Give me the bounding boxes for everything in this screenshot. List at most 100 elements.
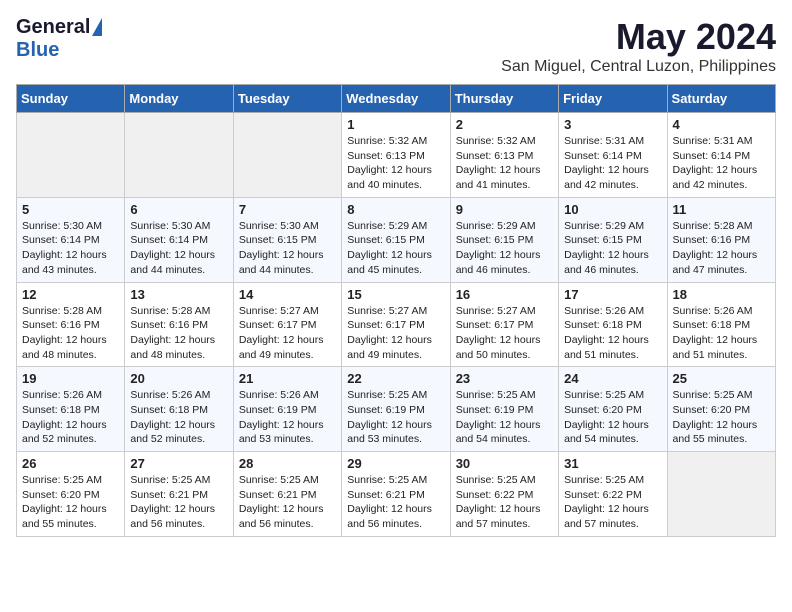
location-title: San Miguel, Central Luzon, Philippines bbox=[501, 58, 776, 76]
day-number: 12 bbox=[22, 287, 119, 302]
day-info: Sunrise: 5:26 AM Sunset: 6:18 PM Dayligh… bbox=[22, 388, 119, 447]
calendar-header-wednesday: Wednesday bbox=[342, 85, 450, 113]
day-info: Sunrise: 5:32 AM Sunset: 6:13 PM Dayligh… bbox=[456, 134, 553, 193]
calendar-cell: 2Sunrise: 5:32 AM Sunset: 6:13 PM Daylig… bbox=[450, 113, 558, 198]
day-info: Sunrise: 5:30 AM Sunset: 6:14 PM Dayligh… bbox=[22, 219, 119, 278]
calendar-cell: 3 Sunrise: 5:31 AM Sunset: 6:14 PM Daylig… bbox=[559, 113, 667, 198]
calendar-cell: 6 Sunrise: 5:30 AM Sunset: 6:14 PM Daylig… bbox=[125, 197, 233, 282]
day-info: Sunrise: 5:26 AM Sunset: 6:18 PM Dayligh… bbox=[673, 304, 770, 363]
day-number: 7 bbox=[239, 202, 336, 217]
logo-triangle-icon bbox=[92, 18, 102, 36]
day-info: Sunrise: 5:26 AM Sunset: 6:18 PM Dayligh… bbox=[564, 304, 661, 363]
day-number: 10 bbox=[564, 202, 661, 217]
day-number: 1 bbox=[347, 117, 444, 132]
month-year-title: May 2024 bbox=[501, 16, 776, 58]
calendar-table: SundayMondayTuesdayWednesdayThursdayFrid… bbox=[16, 84, 776, 537]
calendar-week-row: 26 Sunrise: 5:25 AM Sunset: 6:20 PM Dayli… bbox=[17, 452, 776, 537]
calendar-header-monday: Monday bbox=[125, 85, 233, 113]
calendar-cell: 21 Sunrise: 5:26 AM Sunset: 6:19 PM Dayli… bbox=[233, 367, 341, 452]
calendar-cell: 25 Sunrise: 5:25 AM Sunset: 6:20 PM Dayli… bbox=[667, 367, 775, 452]
day-info: Sunrise: 5:25 AM Sunset: 6:22 PM Dayligh… bbox=[564, 473, 661, 532]
calendar-cell: 8Sunrise: 5:29 AM Sunset: 6:15 PM Daylig… bbox=[342, 197, 450, 282]
calendar-cell bbox=[667, 452, 775, 537]
day-number: 11 bbox=[673, 202, 770, 217]
calendar-cell: 23Sunrise: 5:25 AM Sunset: 6:19 PM Dayli… bbox=[450, 367, 558, 452]
day-number: 13 bbox=[130, 287, 227, 302]
day-number: 9 bbox=[456, 202, 553, 217]
calendar-header-row: SundayMondayTuesdayWednesdayThursdayFrid… bbox=[17, 85, 776, 113]
calendar-header-tuesday: Tuesday bbox=[233, 85, 341, 113]
day-number: 29 bbox=[347, 456, 444, 471]
calendar-week-row: 5 Sunrise: 5:30 AM Sunset: 6:14 PM Daylig… bbox=[17, 197, 776, 282]
calendar-header-friday: Friday bbox=[559, 85, 667, 113]
day-number: 30 bbox=[456, 456, 553, 471]
day-number: 15 bbox=[347, 287, 444, 302]
day-info: Sunrise: 5:25 AM Sunset: 6:20 PM Dayligh… bbox=[564, 388, 661, 447]
calendar-cell: 19 Sunrise: 5:26 AM Sunset: 6:18 PM Dayli… bbox=[17, 367, 125, 452]
calendar-cell: 9 Sunrise: 5:29 AM Sunset: 6:15 PM Daylig… bbox=[450, 197, 558, 282]
calendar-cell: 13 Sunrise: 5:28 AM Sunset: 6:16 PM Dayli… bbox=[125, 282, 233, 367]
day-number: 3 bbox=[564, 117, 661, 132]
day-info: Sunrise: 5:30 AM Sunset: 6:14 PM Dayligh… bbox=[130, 219, 227, 278]
day-info: Sunrise: 5:28 AM Sunset: 6:16 PM Dayligh… bbox=[130, 304, 227, 363]
calendar-cell: 5 Sunrise: 5:30 AM Sunset: 6:14 PM Daylig… bbox=[17, 197, 125, 282]
calendar-cell: 20 Sunrise: 5:26 AM Sunset: 6:18 PM Dayli… bbox=[125, 367, 233, 452]
calendar-cell: 31 Sunrise: 5:25 AM Sunset: 6:22 PM Dayli… bbox=[559, 452, 667, 537]
day-info: Sunrise: 5:25 AM Sunset: 6:22 PM Dayligh… bbox=[456, 473, 553, 532]
day-info: Sunrise: 5:32 AM Sunset: 6:13 PM Dayligh… bbox=[347, 134, 444, 193]
calendar-header-saturday: Saturday bbox=[667, 85, 775, 113]
calendar-cell: 18Sunrise: 5:26 AM Sunset: 6:18 PM Dayli… bbox=[667, 282, 775, 367]
day-info: Sunrise: 5:27 AM Sunset: 6:17 PM Dayligh… bbox=[347, 304, 444, 363]
day-info: Sunrise: 5:25 AM Sunset: 6:20 PM Dayligh… bbox=[673, 388, 770, 447]
day-number: 28 bbox=[239, 456, 336, 471]
day-number: 19 bbox=[22, 371, 119, 386]
day-number: 6 bbox=[130, 202, 227, 217]
day-number: 20 bbox=[130, 371, 227, 386]
day-info: Sunrise: 5:28 AM Sunset: 6:16 PM Dayligh… bbox=[673, 219, 770, 278]
day-number: 21 bbox=[239, 371, 336, 386]
logo-general-text: General bbox=[16, 16, 90, 39]
day-info: Sunrise: 5:29 AM Sunset: 6:15 PM Dayligh… bbox=[456, 219, 553, 278]
calendar-week-row: 12 Sunrise: 5:28 AM Sunset: 6:16 PM Dayli… bbox=[17, 282, 776, 367]
calendar-cell: 7 Sunrise: 5:30 AM Sunset: 6:15 PM Daylig… bbox=[233, 197, 341, 282]
calendar-cell: 24Sunrise: 5:25 AM Sunset: 6:20 PM Dayli… bbox=[559, 367, 667, 452]
day-info: Sunrise: 5:26 AM Sunset: 6:18 PM Dayligh… bbox=[130, 388, 227, 447]
day-number: 14 bbox=[239, 287, 336, 302]
calendar-cell: 22 Sunrise: 5:25 AM Sunset: 6:19 PM Dayli… bbox=[342, 367, 450, 452]
day-info: Sunrise: 5:30 AM Sunset: 6:15 PM Dayligh… bbox=[239, 219, 336, 278]
day-number: 31 bbox=[564, 456, 661, 471]
day-number: 25 bbox=[673, 371, 770, 386]
calendar-cell bbox=[125, 113, 233, 198]
day-number: 4 bbox=[673, 117, 770, 132]
calendar-header-thursday: Thursday bbox=[450, 85, 558, 113]
calendar-cell: 16 Sunrise: 5:27 AM Sunset: 6:17 PM Dayli… bbox=[450, 282, 558, 367]
day-number: 5 bbox=[22, 202, 119, 217]
calendar-cell: 29 Sunrise: 5:25 AM Sunset: 6:21 PM Dayli… bbox=[342, 452, 450, 537]
logo: General Blue bbox=[16, 16, 102, 62]
calendar-header-sunday: Sunday bbox=[17, 85, 125, 113]
day-info: Sunrise: 5:31 AM Sunset: 6:14 PM Dayligh… bbox=[673, 134, 770, 193]
calendar-cell: 10Sunrise: 5:29 AM Sunset: 6:15 PM Dayli… bbox=[559, 197, 667, 282]
day-info: Sunrise: 5:28 AM Sunset: 6:16 PM Dayligh… bbox=[22, 304, 119, 363]
day-info: Sunrise: 5:25 AM Sunset: 6:21 PM Dayligh… bbox=[239, 473, 336, 532]
calendar-week-row: 1 Sunrise: 5:32 AM Sunset: 6:13 PM Daylig… bbox=[17, 113, 776, 198]
day-info: Sunrise: 5:27 AM Sunset: 6:17 PM Dayligh… bbox=[456, 304, 553, 363]
day-info: Sunrise: 5:25 AM Sunset: 6:20 PM Dayligh… bbox=[22, 473, 119, 532]
calendar-cell: 30 Sunrise: 5:25 AM Sunset: 6:22 PM Dayli… bbox=[450, 452, 558, 537]
day-info: Sunrise: 5:31 AM Sunset: 6:14 PM Dayligh… bbox=[564, 134, 661, 193]
calendar-cell: 26 Sunrise: 5:25 AM Sunset: 6:20 PM Dayli… bbox=[17, 452, 125, 537]
day-info: Sunrise: 5:25 AM Sunset: 6:21 PM Dayligh… bbox=[347, 473, 444, 532]
day-info: Sunrise: 5:26 AM Sunset: 6:19 PM Dayligh… bbox=[239, 388, 336, 447]
day-number: 22 bbox=[347, 371, 444, 386]
calendar-cell: 28 Sunrise: 5:25 AM Sunset: 6:21 PM Dayli… bbox=[233, 452, 341, 537]
day-info: Sunrise: 5:25 AM Sunset: 6:19 PM Dayligh… bbox=[347, 388, 444, 447]
calendar-cell: 1 Sunrise: 5:32 AM Sunset: 6:13 PM Daylig… bbox=[342, 113, 450, 198]
calendar-cell: 27Sunrise: 5:25 AM Sunset: 6:21 PM Dayli… bbox=[125, 452, 233, 537]
calendar-cell: 17Sunrise: 5:26 AM Sunset: 6:18 PM Dayli… bbox=[559, 282, 667, 367]
day-number: 23 bbox=[456, 371, 553, 386]
day-number: 26 bbox=[22, 456, 119, 471]
page-header: General Blue May 2024 San Miguel, Centra… bbox=[16, 16, 776, 76]
day-number: 16 bbox=[456, 287, 553, 302]
calendar-cell: 12 Sunrise: 5:28 AM Sunset: 6:16 PM Dayli… bbox=[17, 282, 125, 367]
title-block: May 2024 San Miguel, Central Luzon, Phil… bbox=[501, 16, 776, 76]
